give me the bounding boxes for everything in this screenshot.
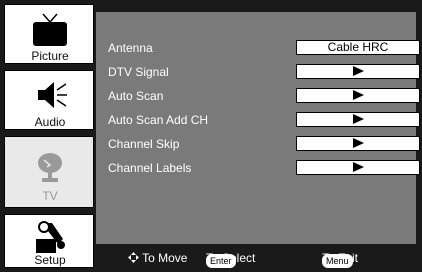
sidebar: Picture Audio TV Setup [4,4,94,268]
tab-picture[interactable]: Picture [4,4,94,64]
tv-icon [33,13,67,46]
menu-key-badge: Menu [322,254,353,268]
speaker-icon [38,82,67,108]
dpad-icon [128,252,139,263]
satellite-dish-icon [38,153,62,182]
tab-audio[interactable]: Audio [4,70,94,130]
arrow-right-icon [352,114,364,124]
tab-tv-label: TV [42,189,58,203]
tab-setup[interactable]: Setup [4,214,94,268]
enter-key-badge: Enter [206,254,236,268]
menu-item-channel-skip[interactable]: Channel Skip [108,136,420,152]
arrow-right-icon [352,90,364,100]
menu-item-channel-labels[interactable]: Channel Labels [108,160,420,176]
menu-panel: Antenna Cable HRC DTV Signal Auto Scan A… [96,12,420,244]
menu-item-label: Channel Skip [108,137,180,151]
tab-setup-label: Setup [34,253,66,267]
footer-hints: To Move Enter To Select Menu To Exit [96,248,416,268]
menu-item-antenna[interactable]: Antenna Cable HRC [108,40,420,56]
menu-item-label: Auto Scan [108,89,164,103]
menu-item-dtv-signal[interactable]: DTV Signal [108,64,420,80]
enter-arrow-button[interactable] [296,112,420,127]
enter-arrow-button[interactable] [296,88,420,103]
tab-tv[interactable]: TV [4,136,94,208]
enter-arrow-button[interactable] [296,160,420,175]
menu-item-label: Channel Labels [108,161,192,175]
enter-arrow-button[interactable] [296,136,420,151]
menu-item-label: Antenna [108,41,153,55]
tools-icon [36,221,65,253]
menu-item-label: Auto Scan Add CH [108,113,209,127]
antenna-value[interactable]: Cable HRC [296,40,420,55]
select-hint: Enter To Select [206,251,255,268]
arrow-right-icon [352,66,364,76]
exit-hint: Menu To Exit [322,251,358,268]
menu-item-label: DTV Signal [108,65,169,79]
arrow-right-icon [352,162,364,172]
tab-audio-label: Audio [34,115,66,129]
move-text: To Move [142,251,188,265]
tab-picture-label: Picture [31,49,69,63]
menu-item-auto-scan[interactable]: Auto Scan [108,88,420,104]
enter-arrow-button[interactable] [296,64,420,79]
menu-item-auto-scan-add-ch[interactable]: Auto Scan Add CH [108,112,420,128]
move-hint: To Move [128,251,187,265]
arrow-right-icon [352,138,364,148]
osd-frame: Picture Audio TV Setup Antenna Cable HRC… [0,0,422,272]
